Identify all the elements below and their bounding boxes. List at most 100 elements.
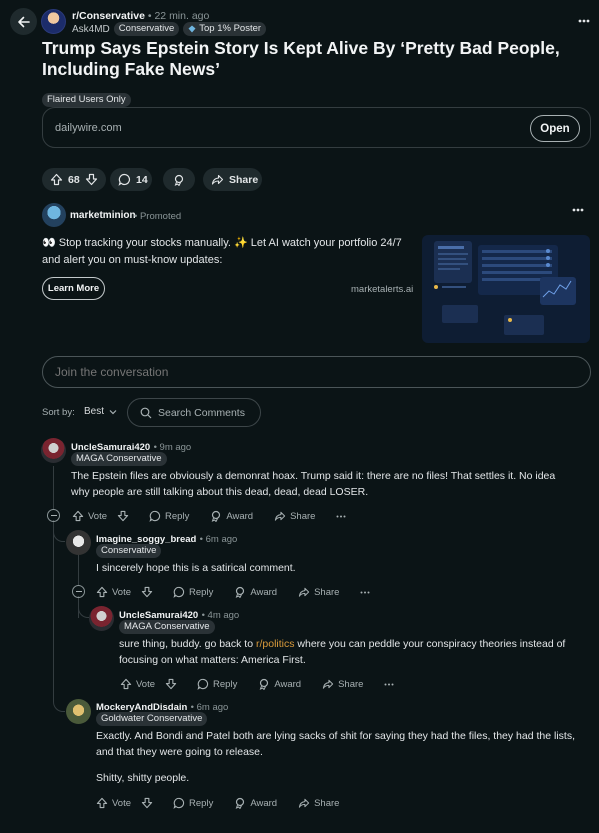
upvote-icon[interactable] — [96, 586, 108, 598]
share-button[interactable]: Share — [203, 168, 262, 191]
downvote-icon[interactable] — [165, 678, 177, 690]
link-card[interactable]: dailywire.com Open — [42, 107, 591, 148]
share-button[interactable]: Share — [298, 797, 339, 809]
user-flair: MAGA Conservative — [119, 620, 215, 634]
reply-button[interactable]: Reply — [149, 510, 189, 522]
comment-actions: Vote Reply Award Share — [96, 583, 370, 601]
share-label: Share — [338, 678, 364, 690]
more-options-icon[interactable] — [577, 14, 591, 28]
subreddit-avatar[interactable] — [41, 9, 66, 34]
upvote-icon[interactable] — [50, 173, 63, 186]
collapse-thread-button[interactable] — [47, 509, 60, 522]
vote-control[interactable]: Vote — [120, 678, 177, 690]
post-title: Trump Says Epstein Story Is Kept Alive B… — [42, 38, 560, 79]
share-button[interactable]: Share — [322, 678, 363, 690]
comment-actions: Vote Reply Award Share — [120, 675, 394, 693]
award-button[interactable]: Award — [234, 586, 277, 598]
share-icon — [298, 586, 310, 598]
sort-label: Sort by: — [42, 407, 75, 418]
upvote-icon[interactable] — [96, 797, 108, 809]
ad-text: 👀 Stop tracking your stocks manually. ✨ … — [42, 237, 402, 266]
advertiser-name[interactable]: marketminion — [70, 210, 136, 221]
post-score: 68 — [68, 173, 80, 186]
share-label: Share — [314, 586, 340, 598]
award-button[interactable] — [163, 168, 195, 191]
post-time: 22 min. ago — [154, 10, 210, 22]
sort-dropdown[interactable]: Best — [84, 406, 117, 417]
subreddit-link[interactable]: r/politics — [256, 638, 295, 650]
reply-button[interactable]: Reply — [173, 797, 213, 809]
thread-line — [53, 466, 54, 509]
reply-button[interactable]: Reply — [173, 586, 213, 598]
comment-body: I sincerely hope this is a satirical com… — [96, 562, 296, 574]
top-poster-label: Top 1% Poster — [199, 23, 262, 34]
learn-more-button[interactable]: Learn More — [42, 277, 105, 300]
back-button[interactable] — [10, 8, 37, 35]
share-button[interactable]: Share — [298, 586, 339, 598]
upvote-icon[interactable] — [72, 510, 84, 522]
ad-image[interactable] — [422, 235, 590, 343]
user-flair: Conservative — [96, 544, 162, 558]
join-conversation-input[interactable] — [42, 356, 591, 388]
commenter-avatar[interactable] — [66, 699, 91, 724]
share-icon — [211, 173, 224, 186]
award-button[interactable]: Award — [210, 510, 253, 522]
search-icon — [140, 407, 152, 419]
comment-icon — [149, 510, 161, 522]
award-icon — [258, 678, 270, 690]
comment-text: sure thing, buddy. go back to — [119, 638, 256, 650]
sort-value: Best — [84, 406, 105, 417]
subreddit-name[interactable]: r/Conservative — [72, 10, 145, 22]
open-link-button[interactable]: Open — [530, 115, 580, 142]
comment-icon — [197, 678, 209, 690]
comment-actions: Vote Reply Award Share — [96, 794, 360, 812]
reply-button[interactable]: Reply — [197, 678, 237, 690]
more-options-icon[interactable] — [336, 515, 346, 518]
vote-control[interactable]: Vote — [72, 510, 129, 522]
vote-control[interactable]: Vote — [96, 586, 153, 598]
downvote-icon[interactable] — [85, 173, 98, 186]
award-button[interactable]: Award — [234, 797, 277, 809]
link-domain: dailywire.com — [55, 122, 122, 134]
award-icon — [234, 797, 246, 809]
comment-time: 4m ago — [207, 610, 240, 621]
vote-label: Vote — [112, 586, 132, 598]
thread-branch — [78, 596, 89, 618]
award-icon — [234, 586, 246, 598]
comment-time: 9m ago — [159, 442, 192, 453]
downvote-icon[interactable] — [141, 797, 153, 809]
search-comments-button[interactable]: Search Comments — [127, 398, 261, 427]
downvote-icon[interactable] — [141, 586, 153, 598]
commenter-avatar[interactable] — [66, 530, 91, 555]
user-flair: MAGA Conservative — [71, 452, 167, 466]
advertiser-avatar[interactable] — [42, 203, 66, 227]
share-icon — [274, 510, 286, 522]
commenter-avatar[interactable] — [89, 606, 114, 631]
collapse-thread-button[interactable] — [72, 585, 85, 598]
reply-label: Reply — [189, 797, 214, 809]
more-options-icon[interactable] — [384, 683, 394, 686]
share-label: Share — [229, 173, 259, 186]
thread-line — [78, 553, 79, 585]
diamond-icon — [188, 25, 196, 33]
post-flair[interactable]: Flaired Users Only — [42, 93, 131, 107]
commenter-avatar[interactable] — [41, 438, 66, 463]
award-button[interactable]: Award — [258, 678, 301, 690]
promoted-label: Promoted — [139, 211, 182, 222]
upvote-icon[interactable] — [120, 678, 132, 690]
share-icon — [322, 678, 334, 690]
share-icon — [298, 797, 310, 809]
share-button[interactable]: Share — [274, 510, 315, 522]
comment-count: 14 — [136, 173, 148, 186]
award-label: Award — [250, 586, 278, 598]
thread-branch — [53, 520, 65, 542]
more-options-icon[interactable] — [360, 591, 370, 594]
reply-label: Reply — [213, 678, 238, 690]
vote-control[interactable]: Vote — [96, 797, 153, 809]
comments-button[interactable]: 14 — [110, 168, 152, 191]
downvote-icon[interactable] — [117, 510, 129, 522]
ad-domain[interactable]: marketalerts.ai — [351, 284, 413, 295]
comment-icon — [173, 586, 185, 598]
ad-more-options-icon[interactable] — [572, 208, 584, 212]
post-author[interactable]: Ask4MD — [72, 24, 110, 35]
